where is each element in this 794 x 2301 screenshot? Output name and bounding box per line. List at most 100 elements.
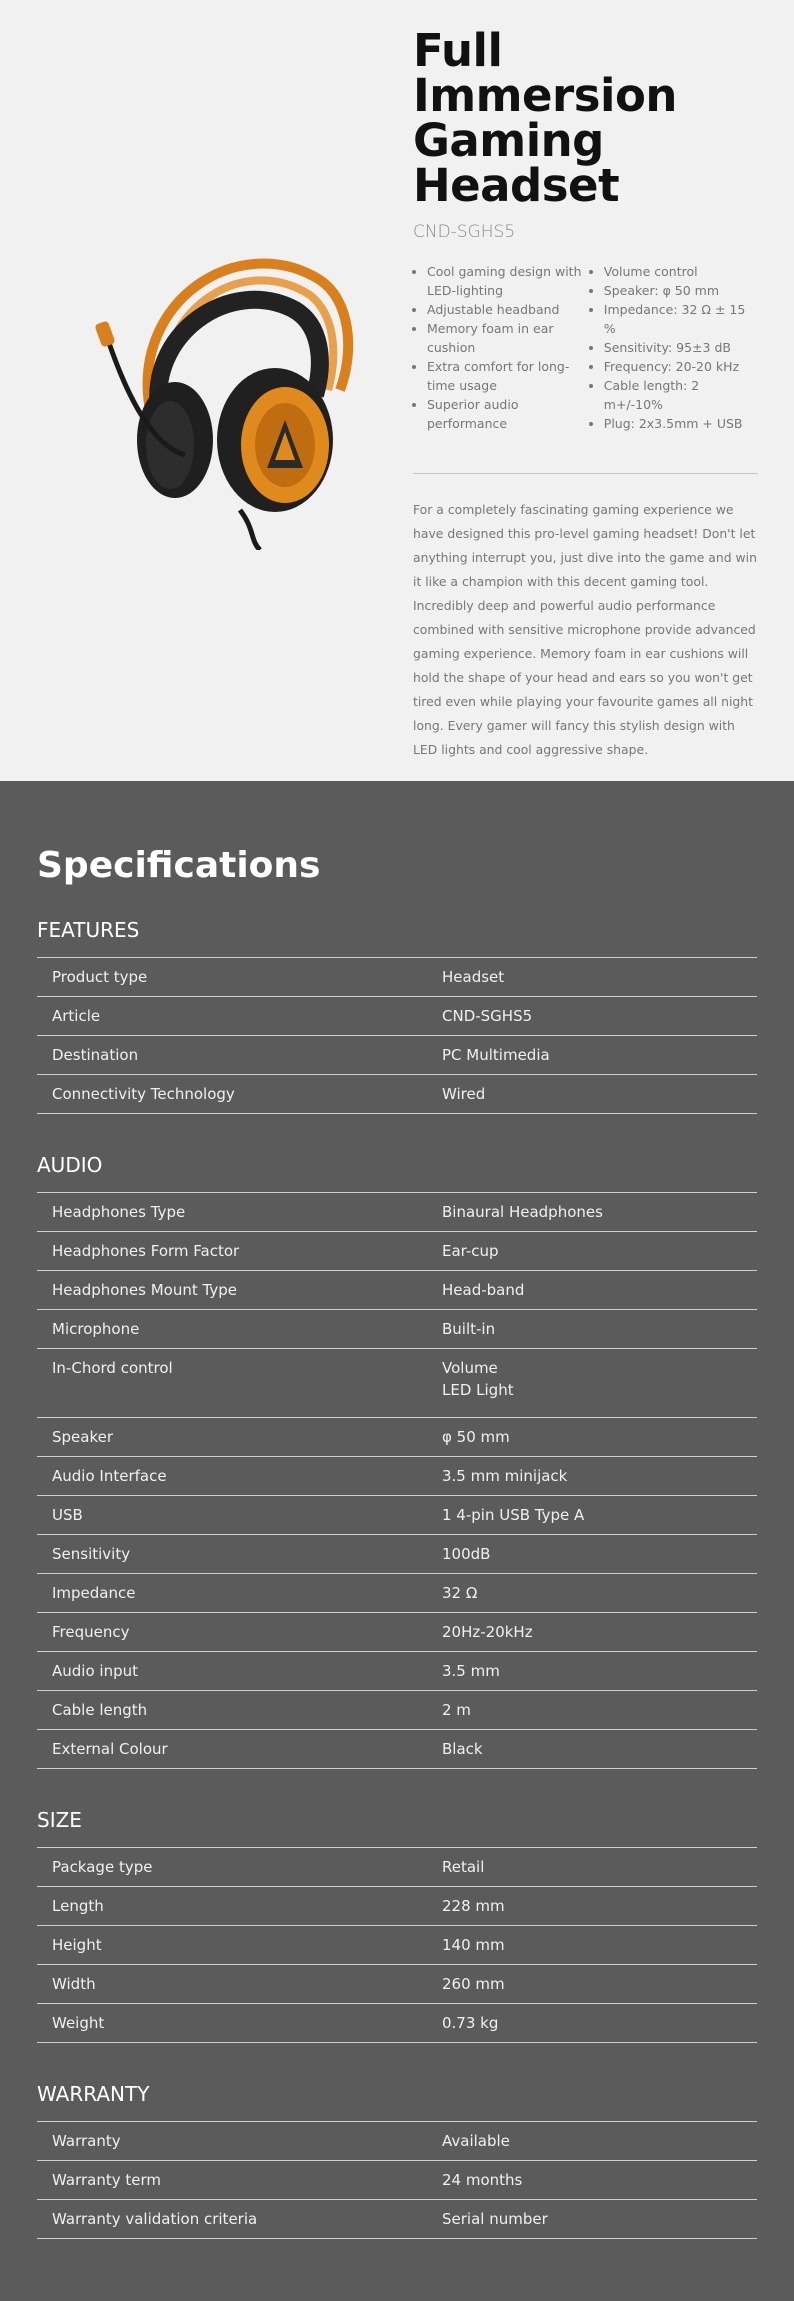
table-row: Length 228 mm <box>37 1887 757 1926</box>
table-row: Speaker φ 50 mm <box>37 1418 757 1457</box>
spec-value: Wired <box>442 1085 486 1103</box>
list-item: Volume control <box>604 262 761 281</box>
table-row: Destination PC Multimedia <box>37 1036 757 1075</box>
table-row: Microphone Built-in <box>37 1310 757 1349</box>
size-table: Package type Retail Length 228 mm Height 14… <box>37 1847 757 2043</box>
spec-key: Headphones Mount Type <box>52 1281 237 1299</box>
spec-value-line: LED Light <box>442 1381 514 1399</box>
spec-key: Weight <box>52 2014 105 2032</box>
list-item: Plug: 2x3.5mm + USB <box>604 414 761 433</box>
table-row: Warranty term 24 months <box>37 2161 757 2200</box>
list-item: Cable length: 2 m+/-10% <box>604 376 761 414</box>
spec-value: CND-SGHS5 <box>442 1007 533 1025</box>
spec-key: Width <box>52 1975 96 1993</box>
spec-value: 32 Ω <box>442 1584 478 1602</box>
spec-key: Frequency <box>52 1623 130 1641</box>
table-row: Weight 0.73 kg <box>37 2004 757 2043</box>
spec-key: Audio input <box>52 1662 138 1680</box>
table-row: Headphones Form Factor Ear-cup <box>37 1232 757 1271</box>
section-heading-audio: AUDIO <box>37 1153 103 1177</box>
table-row: Cable length 2 m <box>37 1691 757 1730</box>
list-item: Impedance: 32 Ω ± 15 % <box>604 300 761 338</box>
spec-value: Black <box>442 1740 483 1758</box>
spec-key: Length <box>52 1897 104 1915</box>
list-item: Frequency: 20-20 kHz <box>604 357 761 376</box>
spec-value: 140 mm <box>442 1936 505 1954</box>
specifications-title: Specifications <box>37 845 321 886</box>
spec-value: Head-band <box>442 1281 525 1299</box>
table-row: Package type Retail <box>37 1847 757 1887</box>
spec-key: Cable length <box>52 1701 148 1719</box>
spec-key: In-Chord control <box>52 1359 173 1377</box>
spec-key: Audio Interface <box>52 1467 167 1485</box>
spec-value: 3.5 mm <box>442 1662 500 1680</box>
spec-value: Volume LED Light <box>397 1349 757 1418</box>
list-item: Adjustable headband <box>427 300 590 319</box>
spec-key: Warranty term <box>52 2171 161 2189</box>
table-row: Audio Interface 3.5 mm minijack <box>37 1457 757 1496</box>
spec-value: 3.5 mm minijack <box>442 1467 568 1485</box>
spec-value: Headset <box>442 968 505 986</box>
features-table: Product type Headset Article CND-SGHS5 Des… <box>37 957 757 1114</box>
table-row: Warranty Available <box>37 2121 757 2161</box>
audio-table: Headphones Type Binaural Headphones Headp… <box>37 1192 757 1769</box>
spec-key: Speaker <box>52 1428 114 1446</box>
table-row: Headphones Type Binaural Headphones <box>37 1192 757 1232</box>
table-row: Width 260 mm <box>37 1965 757 2004</box>
table-row: Sensitivity 100dB <box>37 1535 757 1574</box>
list-item: Superior audio performance <box>427 395 590 433</box>
spec-key: Warranty validation criteria <box>52 2210 258 2228</box>
section-heading-size: SIZE <box>37 1808 82 1832</box>
spec-key: Height <box>52 1936 102 1954</box>
hero-content: Full Immersion Gaming Headset CND-SGHS5 … <box>413 28 761 774</box>
section-heading-warranty: WARRANTY <box>37 2082 150 2106</box>
table-row: Connectivity Technology Wired <box>37 1075 757 1114</box>
table-row: Warranty validation criteria Serial numbe… <box>37 2200 757 2239</box>
spec-key: Warranty <box>52 2132 121 2150</box>
product-title: Full Immersion Gaming Headset <box>413 28 761 208</box>
spec-value: Serial number <box>442 2210 548 2228</box>
specifications-content: Specifications FEATURES Product type Head… <box>37 843 757 2239</box>
spec-value: 100dB <box>442 1545 491 1563</box>
features-list-right: Volume control Speaker: φ 50 mm Impedanc… <box>590 262 761 433</box>
spec-value: PC Multimedia <box>442 1046 550 1064</box>
specifications-section: Specifications FEATURES Product type Head… <box>0 781 794 2301</box>
warranty-table: Warranty Available Warranty term 24 months… <box>37 2121 757 2239</box>
spec-value: 228 mm <box>442 1897 505 1915</box>
spec-value: Available <box>442 2132 510 2150</box>
spec-key: Headphones Type <box>52 1203 186 1221</box>
spec-value: Binaural Headphones <box>442 1203 603 1221</box>
table-row: Audio input 3.5 mm <box>37 1652 757 1691</box>
spec-key: USB <box>52 1506 83 1524</box>
spec-key: Destination <box>52 1046 139 1064</box>
spec-value: 20Hz-20kHz <box>442 1623 533 1641</box>
spec-key: Sensitivity <box>52 1545 131 1563</box>
title-line: Headset <box>413 159 620 212</box>
features-list-left: Cool gaming design with LED-lighting Adj… <box>413 262 590 433</box>
table-row: Height 140 mm <box>37 1926 757 1965</box>
spec-value-line: Volume <box>442 1359 498 1377</box>
headset-image <box>95 258 354 550</box>
spec-value: 2 m <box>442 1701 471 1719</box>
spec-value: 1 4-pin USB Type A <box>442 1506 585 1524</box>
table-row: In-Chord control Volume LED Light <box>37 1349 757 1418</box>
spec-key: External Colour <box>52 1740 168 1758</box>
table-row: USB 1 4-pin USB Type A <box>37 1496 757 1535</box>
model-number: CND-SGHS5 <box>413 222 516 242</box>
spec-value: 0.73 kg <box>442 2014 499 2032</box>
hero-section: Full Immersion Gaming Headset CND-SGHS5 … <box>0 0 794 781</box>
spec-key: Package type <box>52 1858 153 1876</box>
spec-value: 24 months <box>442 2171 523 2189</box>
spec-value: Ear-cup <box>442 1242 499 1260</box>
product-description: For a completely fascinating gaming expe… <box>413 502 757 757</box>
list-item: Extra comfort for long-time usage <box>427 357 590 395</box>
spec-value: Retail <box>442 1858 485 1876</box>
table-row: Article CND-SGHS5 <box>37 997 757 1036</box>
table-row: Product type Headset <box>37 957 757 997</box>
table-row: External Colour Black <box>37 1730 757 1769</box>
list-item: Memory foam in ear cushion <box>427 319 590 357</box>
spec-value: Built-in <box>442 1320 496 1338</box>
spec-key: Article <box>52 1007 101 1025</box>
list-item: Speaker: φ 50 mm <box>604 281 761 300</box>
spec-key: Impedance <box>52 1584 136 1602</box>
